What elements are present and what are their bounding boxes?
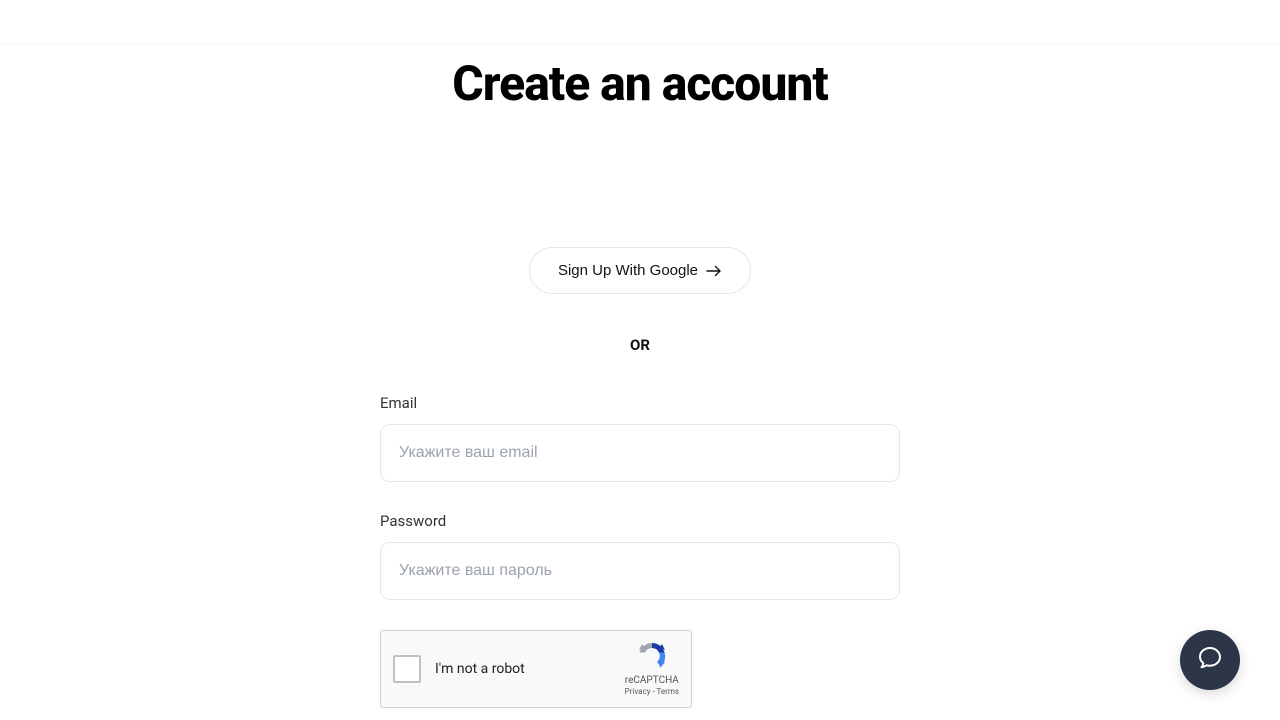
password-field-group: Password <box>380 512 900 600</box>
password-label: Password <box>380 512 900 530</box>
chat-support-button[interactable] <box>1180 630 1240 690</box>
arrow-right-icon <box>706 265 722 277</box>
page-title: Create an account <box>452 55 827 112</box>
signup-form: Email Password I'm not a robot <box>380 394 900 708</box>
email-input[interactable] <box>380 424 900 482</box>
google-button-label: Sign Up With Google <box>558 262 698 279</box>
password-input[interactable] <box>380 542 900 600</box>
signup-container: Create an account Sign Up With Google OR… <box>0 0 1280 708</box>
recaptcha-checkbox[interactable] <box>393 655 421 683</box>
recaptcha-links: Privacy - Terms <box>625 687 679 697</box>
recaptcha-privacy-link[interactable]: Privacy <box>625 687 651 696</box>
recaptcha-widget: I'm not a robot reCAPTCHA Privacy - Term… <box>380 630 692 708</box>
or-divider: OR <box>630 336 650 354</box>
recaptcha-terms-link[interactable]: Terms <box>657 687 679 696</box>
recaptcha-logo-icon <box>636 640 668 672</box>
email-label: Email <box>380 394 900 412</box>
header-divider <box>0 43 1280 44</box>
signup-with-google-button[interactable]: Sign Up With Google <box>529 247 751 294</box>
recaptcha-branding: reCAPTCHA Privacy - Terms <box>625 640 679 697</box>
recaptcha-label: I'm not a robot <box>435 661 625 677</box>
chat-icon <box>1197 645 1223 675</box>
email-field-group: Email <box>380 394 900 482</box>
recaptcha-brand-text: reCAPTCHA <box>625 674 679 687</box>
